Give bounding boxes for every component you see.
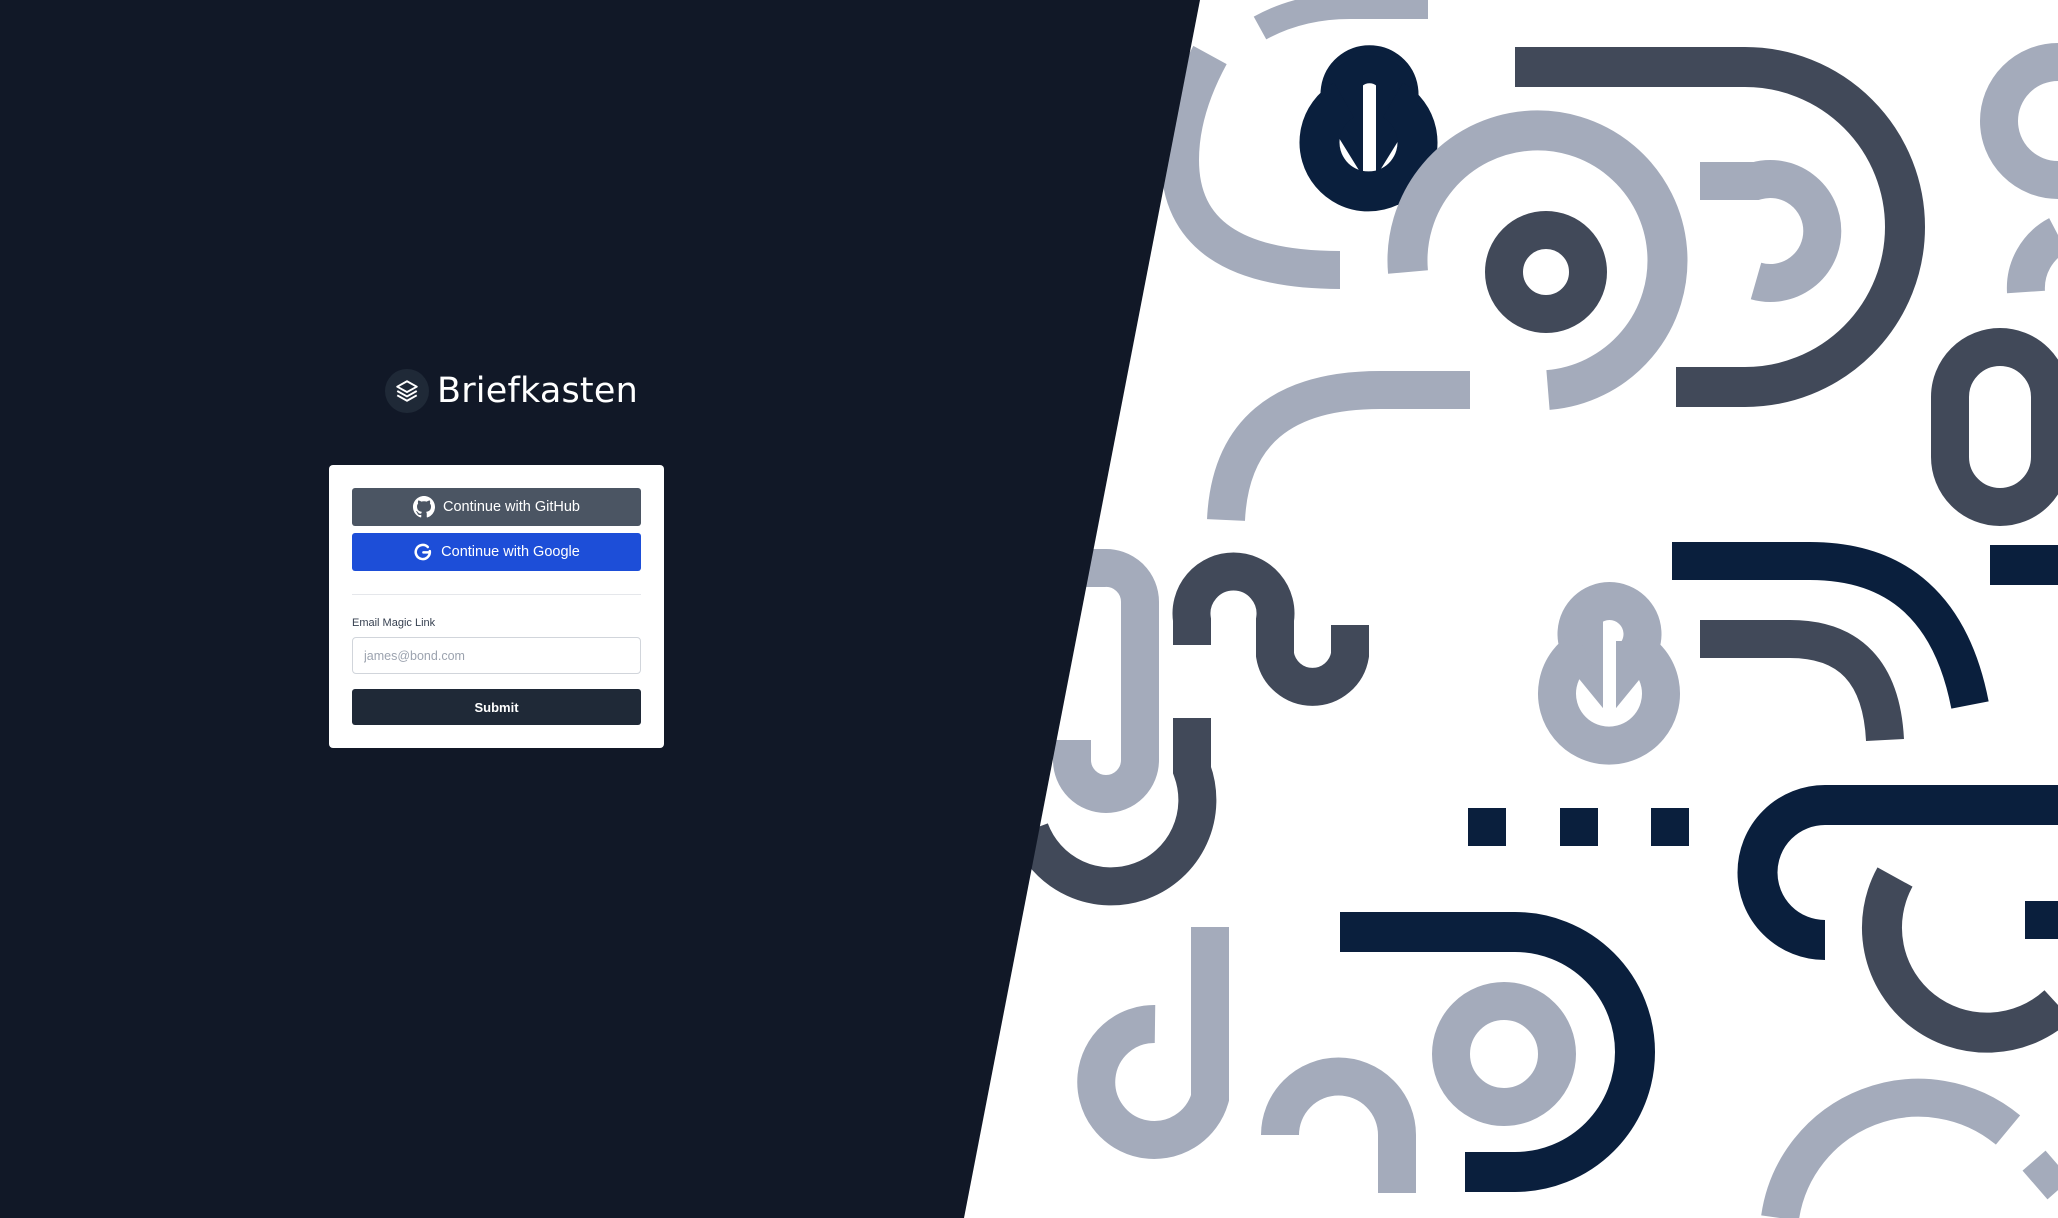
stacked-layers-icon — [385, 369, 429, 413]
google-icon — [413, 542, 433, 562]
google-button-label: Continue with Google — [441, 544, 580, 560]
github-icon — [412, 496, 435, 518]
continue-with-google-button[interactable]: Continue with Google — [352, 533, 641, 571]
brand-header: Briefkasten — [385, 369, 638, 413]
login-card: Continue with GitHub Continue with Googl… — [329, 465, 664, 748]
email-magic-link-label: Email Magic Link — [352, 617, 436, 629]
github-button-label: Continue with GitHub — [442, 499, 580, 515]
brand-name: Briefkasten — [437, 371, 638, 411]
divider — [352, 594, 641, 595]
email-field[interactable] — [352, 637, 641, 674]
dark-background-panel — [0, 0, 1200, 1218]
submit-button[interactable]: Submit — [352, 689, 641, 725]
continue-with-github-button[interactable]: Continue with GitHub — [352, 488, 641, 526]
